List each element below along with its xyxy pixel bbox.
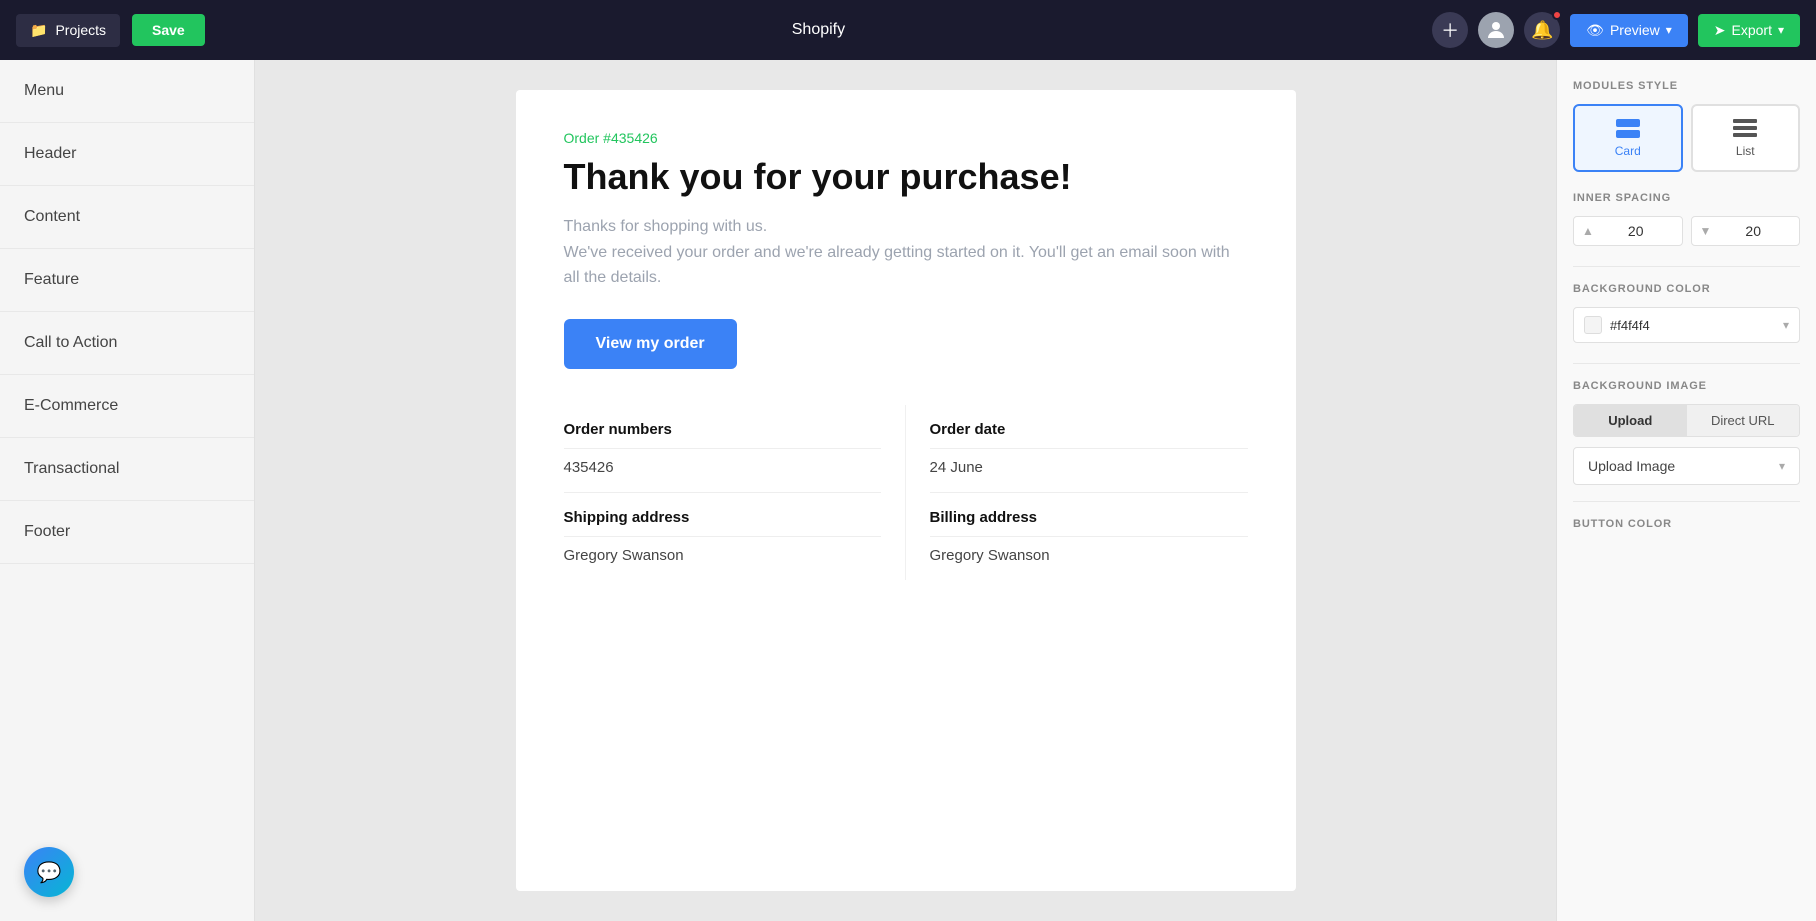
divider2	[1573, 363, 1800, 364]
body-line1: Thanks for shopping with us.	[564, 218, 768, 235]
upload-tab-row: Upload Direct URL	[1573, 404, 1800, 437]
billing-address-value: Gregory Swanson	[930, 547, 1248, 564]
order-date-label: Order date	[930, 421, 1248, 449]
card-icon-block2	[1616, 130, 1640, 138]
spacing-row: ▲ 20 ▼ 20	[1573, 216, 1800, 246]
save-button[interactable]: Save	[132, 14, 205, 46]
shipping-address-value: Gregory Swanson	[564, 547, 881, 564]
projects-button[interactable]: 📁 Projects	[16, 14, 120, 47]
preview-label: Preview	[1610, 22, 1660, 38]
avatar[interactable]	[1478, 12, 1514, 48]
export-label: Export	[1732, 22, 1772, 38]
canvas-area: Order #435426 Thank you for your purchas…	[255, 60, 1556, 921]
spacing-up-value: 20	[1598, 223, 1674, 239]
spacing-down-value: 20	[1715, 223, 1791, 239]
bg-color-row[interactable]: #f4f4f4 ▾	[1573, 307, 1800, 343]
card-icon-block1	[1616, 119, 1640, 127]
order-number-value: 435426	[564, 459, 881, 493]
detail-col-right: Order date 24 June Billing address Grego…	[906, 405, 1248, 580]
eye-icon: 👁	[1586, 22, 1604, 39]
add-button[interactable]: ＋	[1432, 12, 1468, 48]
card-icon	[1614, 118, 1642, 138]
email-card: Order #435426 Thank you for your purchas…	[516, 90, 1296, 891]
notification-button[interactable]: 🔔	[1524, 12, 1560, 48]
folder-icon: 📁	[30, 22, 47, 39]
email-body: Thanks for shopping with us. We've recei…	[564, 214, 1248, 291]
color-chevron-icon: ▾	[1783, 318, 1789, 332]
button-color-title: BUTTON COLOR	[1573, 518, 1800, 530]
card-label: Card	[1615, 144, 1641, 158]
sidebar-item-cta[interactable]: Call to Action	[0, 312, 254, 375]
down-arrow-icon: ▼	[1700, 224, 1712, 238]
divider3	[1573, 501, 1800, 502]
order-numbers-label: Order numbers	[564, 421, 881, 449]
list-icon-block3	[1733, 133, 1757, 137]
detail-col-left: Order numbers 435426 Shipping address Gr…	[564, 405, 906, 580]
export-icon: ➤	[1714, 22, 1726, 39]
notification-wrapper: 🔔	[1524, 12, 1560, 48]
app-title: Shopify	[217, 21, 1420, 39]
background-color-title: BACKGROUND COLOR	[1573, 283, 1800, 295]
upload-tab[interactable]: Upload	[1574, 405, 1687, 436]
preview-button[interactable]: 👁 Preview ▾	[1570, 14, 1688, 47]
upload-chevron-icon: ▾	[1779, 459, 1785, 473]
sidebar-item-content[interactable]: Content	[0, 186, 254, 249]
up-arrow-icon: ▲	[1582, 224, 1594, 238]
card-style-button[interactable]: Card	[1573, 104, 1683, 172]
bell-icon: 🔔	[1531, 20, 1553, 41]
list-label: List	[1736, 144, 1755, 158]
body-line2: We've received your order and we're alre…	[564, 244, 1230, 287]
chat-fab[interactable]: 💬	[24, 847, 74, 897]
list-style-button[interactable]: List	[1691, 104, 1801, 172]
upload-image-button[interactable]: Upload Image ▾	[1573, 447, 1800, 485]
list-icon-block2	[1733, 126, 1757, 130]
export-chevron: ▾	[1778, 23, 1784, 37]
chat-icon: 💬	[37, 860, 62, 885]
email-title: Thank you for your purchase!	[564, 156, 1248, 198]
upload-image-label: Upload Image	[1588, 458, 1675, 474]
order-date-value: 24 June	[930, 459, 1248, 493]
preview-chevron: ▾	[1666, 23, 1672, 37]
view-order-button[interactable]: View my order	[564, 319, 737, 369]
topbar-actions: ＋ 🔔 👁 Preview ▾ ➤ Export ▾	[1432, 12, 1800, 48]
divider1	[1573, 266, 1800, 267]
sidebar-item-feature[interactable]: Feature	[0, 249, 254, 312]
inner-spacing-title: INNER SPACING	[1573, 192, 1800, 204]
right-panel: MODULES STYLE Card List INNER SPACING	[1556, 60, 1816, 921]
list-icon-block1	[1733, 119, 1757, 123]
plus-icon: ＋	[1441, 17, 1459, 43]
topbar: 📁 Projects Save Shopify ＋ 🔔 👁 Preview ▾ …	[0, 0, 1816, 60]
modules-style-title: MODULES STYLE	[1573, 80, 1800, 92]
list-icon	[1731, 118, 1759, 138]
direct-url-tab[interactable]: Direct URL	[1687, 405, 1800, 436]
sidebar: Menu Header Content Feature Call to Acti…	[0, 60, 255, 921]
module-style-row: Card List	[1573, 104, 1800, 172]
notification-dot	[1552, 10, 1562, 20]
sidebar-item-menu[interactable]: Menu	[0, 60, 254, 123]
order-details-grid: Order numbers 435426 Shipping address Gr…	[564, 405, 1248, 580]
sidebar-item-ecommerce[interactable]: E-Commerce	[0, 375, 254, 438]
color-swatch	[1584, 316, 1602, 334]
sidebar-item-transactional[interactable]: Transactional	[0, 438, 254, 501]
projects-label: Projects	[55, 22, 106, 38]
sidebar-item-footer[interactable]: Footer	[0, 501, 254, 564]
shipping-address-label: Shipping address	[564, 509, 881, 537]
export-button[interactable]: ➤ Export ▾	[1698, 14, 1800, 47]
color-hex-value: #f4f4f4	[1610, 318, 1775, 333]
billing-address-label: Billing address	[930, 509, 1248, 537]
spacing-down-input[interactable]: ▼ 20	[1691, 216, 1801, 246]
background-image-title: BACKGROUND IMAGE	[1573, 380, 1800, 392]
order-label: Order #435426	[564, 130, 1248, 146]
main-layout: Menu Header Content Feature Call to Acti…	[0, 60, 1816, 921]
spacing-up-input[interactable]: ▲ 20	[1573, 216, 1683, 246]
sidebar-item-header[interactable]: Header	[0, 123, 254, 186]
